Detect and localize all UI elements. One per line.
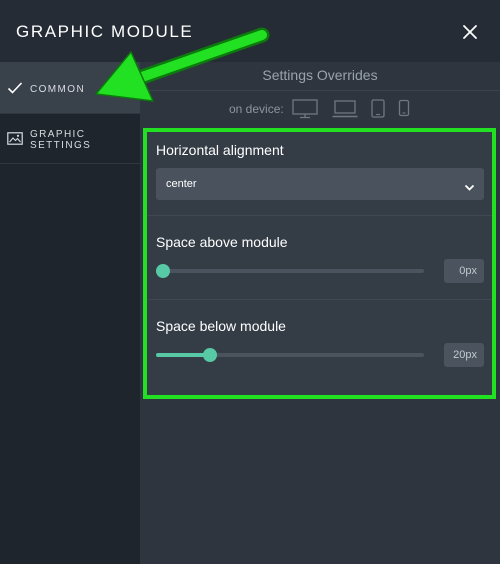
- slider-fill: [156, 353, 210, 357]
- slider-handle[interactable]: [156, 264, 170, 278]
- header: GRAPHIC MODULE: [0, 0, 500, 62]
- settings-overrides-title: Settings Overrides: [262, 67, 378, 83]
- panel-title: GRAPHIC MODULE: [16, 22, 194, 41]
- device-selector: on device:: [140, 97, 500, 121]
- sidebar-item-label: GRAPHIC SETTINGS: [30, 129, 91, 151]
- image-icon: [7, 132, 23, 150]
- space-above-value[interactable]: 0px: [444, 259, 484, 283]
- horizontal-alignment-select[interactable]: center: [156, 168, 484, 200]
- check-icon: [7, 81, 23, 100]
- select-value: center: [166, 178, 197, 190]
- space-above-section: Space above module 0px: [147, 216, 492, 299]
- phone-icon[interactable]: [398, 99, 410, 124]
- laptop-icon[interactable]: [332, 99, 358, 124]
- space-below-section: Space below module 20px: [147, 300, 492, 399]
- tablet-icon[interactable]: [371, 99, 385, 124]
- settings-panel: Horizontal alignment center Space above …: [143, 128, 496, 399]
- sidebar-item-label-line1: GRAPHIC: [30, 129, 86, 140]
- space-below-value[interactable]: 20px: [444, 343, 484, 367]
- close-icon[interactable]: [458, 20, 482, 44]
- horizontal-alignment-section: Horizontal alignment center: [147, 132, 492, 215]
- device-label: on device:: [229, 102, 284, 116]
- space-above-slider[interactable]: [156, 264, 424, 278]
- sidebar-item-label: COMMON: [30, 84, 86, 95]
- sidebar: COMMON GRAPHIC SETTINGS: [0, 62, 140, 564]
- sidebar-item-common[interactable]: COMMON: [0, 62, 140, 114]
- chevron-down-icon: [464, 179, 475, 197]
- slider-handle[interactable]: [202, 348, 217, 362]
- sidebar-item-graphic-settings[interactable]: GRAPHIC SETTINGS: [0, 114, 140, 164]
- sidebar-item-label-line2: SETTINGS: [30, 140, 92, 151]
- desktop-icon[interactable]: [292, 99, 318, 124]
- horizontal-alignment-label: Horizontal alignment: [156, 142, 284, 158]
- space-below-slider[interactable]: [156, 348, 424, 362]
- space-below-label: Space below module: [156, 318, 286, 334]
- divider: [140, 90, 500, 91]
- space-above-label: Space above module: [156, 234, 288, 250]
- main-panel: Settings Overrides on device: Horizontal…: [140, 62, 500, 564]
